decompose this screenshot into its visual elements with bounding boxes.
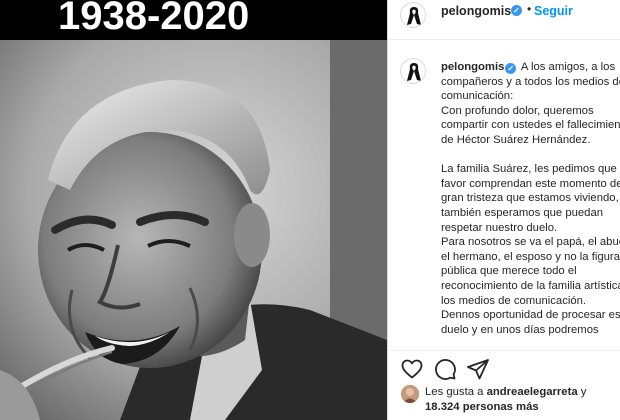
caption-line: comunicación: bbox=[441, 90, 514, 103]
caption-line: de Héctor Suárez Hernández. bbox=[441, 133, 591, 146]
profile-avatar[interactable] bbox=[400, 2, 426, 28]
verified-badge-icon: ✓ bbox=[511, 5, 522, 16]
likes-connector: y bbox=[577, 386, 587, 398]
caption-line: favor comprendan este momento de bbox=[441, 177, 620, 190]
caption-line: respetar nuestro duelo. bbox=[441, 221, 558, 234]
caption-line: los medios de comunicación. bbox=[441, 294, 587, 307]
caption-line: Dennos oportunidad de procesar este bbox=[441, 309, 620, 322]
caption-paragraph-gap bbox=[441, 148, 617, 163]
likes-summary: Les gusta a andreaelegarreta y 18.324 pe… bbox=[425, 385, 586, 415]
caption-username[interactable]: pelongomis bbox=[441, 61, 504, 73]
post-header: pelongomis ✓ • Seguir bbox=[388, 0, 620, 40]
follow-button[interactable]: Seguir bbox=[534, 4, 573, 18]
avatar-photo bbox=[401, 385, 419, 403]
post-sidebar: pelongomis ✓ • Seguir pelongomis ✓ A los … bbox=[387, 0, 620, 420]
post-action-bar bbox=[388, 350, 620, 385]
caption-line: A los amigos, a los bbox=[520, 61, 616, 73]
caption-avatar[interactable] bbox=[400, 58, 426, 84]
portrait-photo bbox=[0, 40, 387, 420]
likes-row: Les gusta a andreaelegarreta y 18.324 pe… bbox=[388, 383, 620, 420]
post-caption: pelongomis ✓ A los amigos, a los compañer… bbox=[441, 60, 620, 337]
post-username[interactable]: pelongomis bbox=[441, 4, 511, 18]
caption-line: el hermano, el esposo y no la figura bbox=[441, 250, 620, 263]
photo-banner-text: 1938-2020 bbox=[58, 0, 250, 38]
likes-prefix: Les gusta a bbox=[425, 386, 487, 398]
comment-icon[interactable] bbox=[433, 357, 457, 381]
caption-line: reconocimiento de la familia artística y bbox=[441, 279, 620, 292]
liker-username[interactable]: andreaelegarreta bbox=[487, 386, 578, 398]
mourning-ribbon-icon bbox=[407, 63, 421, 81]
caption-line: también esperamos que puedan bbox=[441, 206, 604, 219]
caption-line: Para nosotros se va el papá, el abuelo, bbox=[441, 236, 620, 249]
caption-line: compartir con ustedes el fallecimiento bbox=[441, 119, 620, 132]
caption-line: Con profundo dolor, queremos bbox=[441, 104, 594, 117]
post-image[interactable]: 1938-2020 bbox=[0, 0, 387, 420]
liker-avatar[interactable] bbox=[401, 385, 419, 403]
header-separator: • bbox=[527, 2, 532, 16]
mourning-ribbon-icon bbox=[407, 7, 421, 25]
heart-icon[interactable] bbox=[400, 357, 424, 381]
caption-line: compañeros y a todos los medios de bbox=[441, 75, 620, 88]
caption-line: gran tristeza que estamos viviendo, bbox=[441, 192, 619, 205]
caption-first-line: pelongomis ✓ A los amigos, a los bbox=[441, 60, 617, 75]
share-icon[interactable] bbox=[466, 357, 490, 381]
caption-line: La familia Suárez, les pedimos que por bbox=[441, 163, 620, 176]
caption-line: duelo y en unos días podremos bbox=[441, 323, 599, 336]
caption-line: pública que merece todo el bbox=[441, 265, 577, 278]
verified-badge-icon: ✓ bbox=[505, 63, 517, 74]
likes-count[interactable]: 18.324 personas más bbox=[425, 401, 539, 413]
